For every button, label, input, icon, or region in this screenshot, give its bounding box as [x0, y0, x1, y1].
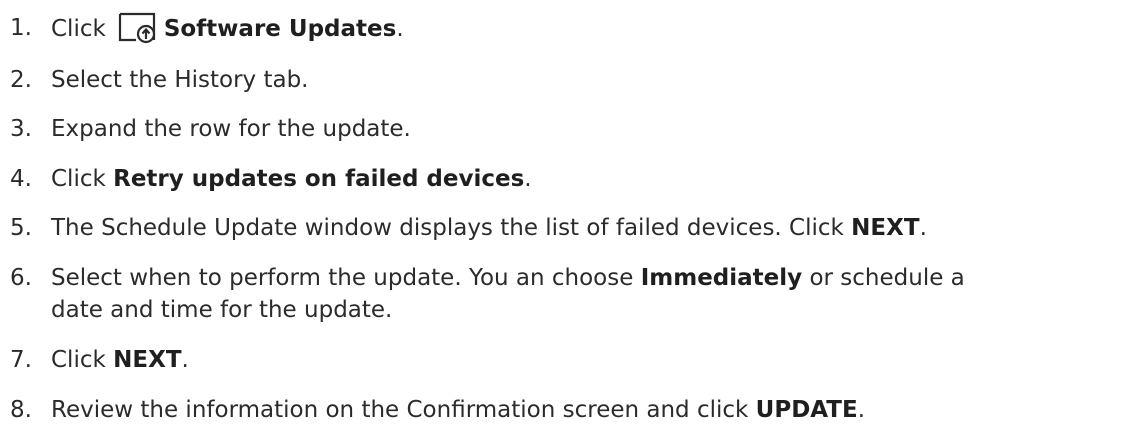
step-prefix: Click [51, 16, 106, 42]
step-prefix: Click [51, 166, 106, 192]
step-number: 5. [10, 215, 32, 241]
software-updates-icon [118, 12, 155, 44]
step-suffix: . [524, 166, 532, 192]
step-prefix: Review the information on the Confirmati… [51, 397, 749, 423]
step-text: The Schedule Update window displays the … [51, 212, 927, 244]
step-text: Review the information on the Confirmati… [51, 394, 865, 426]
step-text: Click Retry updates on failed devices. [51, 163, 532, 195]
step-number: 6. [10, 265, 32, 291]
step-text: Click NEXT. [51, 344, 189, 376]
step-number: 3. [10, 116, 32, 142]
step-prefix: Click [51, 347, 106, 373]
step-number: 1. [10, 15, 32, 41]
step-bold-term: UPDATE [755, 397, 858, 423]
step-prefix: The Schedule Update window displays the … [51, 215, 844, 241]
step-prefix: Select when to perform the update. You a… [51, 265, 634, 291]
instruction-steps: 1. Click Software Updates. 2. Select the… [0, 0, 1144, 443]
step-text: Click Software Updates. [51, 12, 404, 45]
step-bold-term: NEXT [851, 215, 920, 241]
step-suffix: . [919, 215, 927, 241]
step-bold-term: Immediately [640, 265, 803, 291]
step-number: 8. [10, 397, 32, 423]
step-text: Select the History tab. [51, 67, 309, 93]
step-text: Expand the row for the update. [51, 116, 411, 142]
step-bold-term: Retry updates on failed devices [113, 166, 525, 192]
step-number: 7. [10, 347, 32, 373]
step-suffix: or schedule a [809, 265, 965, 291]
step-number: 2. [10, 67, 32, 93]
step-suffix: . [396, 16, 404, 42]
step-bold-term: Software Updates [163, 16, 397, 42]
step-bold-term: NEXT [113, 347, 182, 373]
step-line-1: Select when to perform the update. You a… [51, 262, 965, 294]
step-text: Select when to perform the update. You a… [51, 262, 965, 326]
step-number: 4. [10, 166, 32, 192]
step-suffix: . [857, 397, 866, 423]
step-line-2: date and time for the update. [51, 297, 393, 323]
step-suffix: . [181, 347, 189, 373]
